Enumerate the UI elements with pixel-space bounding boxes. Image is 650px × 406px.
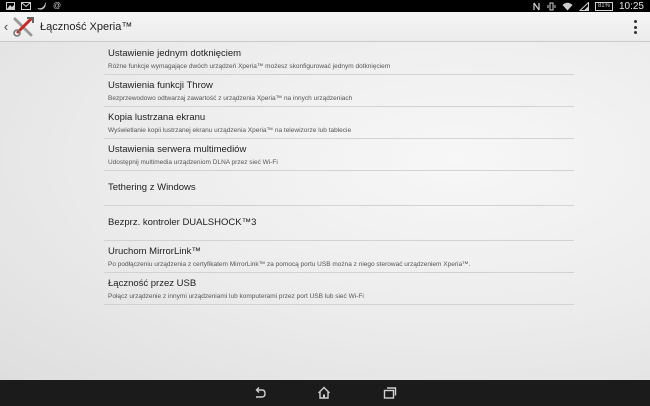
settings-item-throw[interactable]: Ustawienia funkcji Throw Bezprzewodowo o…	[104, 75, 574, 107]
settings-item-subtitle: Bezprzewodowo odtwarzaj zawartość z urzą…	[108, 95, 353, 102]
navigation-bar	[0, 380, 650, 406]
settings-item-one-touch-setup[interactable]: Ustawienie jednym dotknięciem Różne funk…	[104, 43, 574, 75]
settings-item-title: Bezprz. kontroler DUALSHOCK™3	[108, 217, 257, 228]
battery-indicator: 81%	[594, 1, 613, 11]
settings-screen: ‹ Łączność Xperia™ Ustawienie jednym dot…	[0, 12, 650, 380]
twitter-icon	[37, 2, 47, 10]
settings-item-screen-mirroring[interactable]: Kopia lustrzana ekranu Wyświetlanie kopi…	[104, 107, 574, 139]
settings-list: Ustawienie jednym dotknięciem Różne funk…	[104, 43, 574, 305]
wifi-icon	[562, 2, 573, 10]
settings-item-media-server[interactable]: Ustawienia serwera multimediów Udostępni…	[104, 139, 574, 171]
home-icon[interactable]	[316, 385, 332, 401]
back-icon[interactable]	[252, 385, 268, 401]
status-bar-system: 81% 10:25	[532, 1, 644, 12]
settings-item-title: Ustawienia funkcji Throw	[108, 80, 213, 91]
mail-icon	[21, 2, 31, 10]
signal-icon	[578, 1, 589, 11]
recent-apps-icon[interactable]	[382, 385, 398, 401]
status-bar-notifications: @	[6, 0, 61, 12]
settings-item-subtitle: Po podłączeniu urządzenia z certyfikatem…	[108, 261, 471, 268]
settings-item-title: Uruchom MirrorLink™	[108, 246, 201, 257]
action-bar: ‹ Łączność Xperia™	[0, 12, 650, 42]
settings-item-title: Ustawienie jednym dotknięciem	[108, 48, 242, 59]
settings-item-title: Łączność przez USB	[108, 278, 197, 289]
clock: 10:25	[618, 0, 644, 12]
settings-item-usb-connectivity[interactable]: Łączność przez USB Połącz urządzenie z i…	[104, 273, 574, 305]
overflow-menu-icon[interactable]	[634, 20, 638, 34]
nfc-icon	[533, 2, 540, 10]
settings-item-mirrorlink[interactable]: Uruchom MirrorLink™ Po podłączeniu urząd…	[104, 241, 574, 273]
settings-item-subtitle: Różne funkcje wymagające dwóch urządzeń …	[108, 63, 391, 70]
settings-item-subtitle: Połącz urządzenie z innymi urządzeniami …	[108, 293, 364, 300]
tools-app-icon[interactable]	[12, 16, 36, 38]
up-navigation-button[interactable]: ‹	[2, 19, 10, 34]
settings-item-title: Ustawienia serwera multimediów	[108, 144, 247, 155]
settings-item-title: Tethering z Windows	[108, 182, 196, 193]
image-icon	[6, 2, 15, 10]
vibrate-icon	[547, 2, 556, 10]
settings-item-subtitle: Wyświetlanie kopii lustrzanej ekranu urz…	[108, 127, 352, 134]
settings-item-subtitle: Udostępnij multimedia urządzeniom DLNA p…	[108, 159, 278, 166]
status-bar: @ 81% 10:25	[0, 0, 650, 12]
settings-item-dualshock3[interactable]: Bezprz. kontroler DUALSHOCK™3	[104, 206, 574, 241]
page-title: Łączność Xperia™	[40, 20, 133, 33]
settings-item-title: Kopia lustrzana ekranu	[108, 112, 206, 123]
settings-item-windows-tethering[interactable]: Tethering z Windows	[104, 171, 574, 206]
at-icon: @	[53, 1, 62, 10]
